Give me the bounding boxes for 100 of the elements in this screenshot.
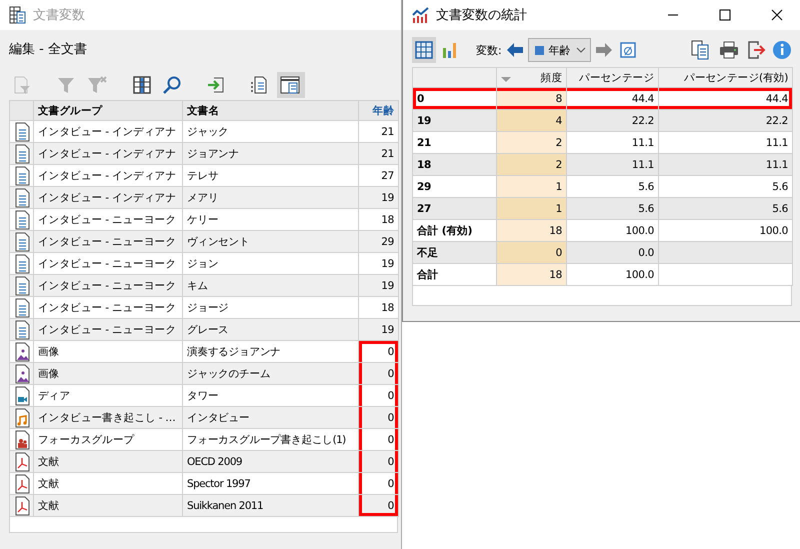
table-cell: メアリ <box>182 186 358 208</box>
table-cell: 22.2 <box>566 110 658 132</box>
table-cell: 4 <box>496 110 566 132</box>
statistics-chart-icon <box>412 7 430 23</box>
table-cell: 0 <box>358 406 398 428</box>
maximize-icon <box>719 9 731 21</box>
table-cell: 5.6 <box>658 198 792 220</box>
column-header[interactable]: 年齢 <box>358 100 398 120</box>
filter-icon <box>56 75 76 95</box>
right-arrow-icon <box>594 42 613 58</box>
toolbar-button[interactable] <box>277 72 305 98</box>
table-cell: ヴィンセント <box>182 230 358 252</box>
table-cell: 0 <box>358 428 398 450</box>
table-cell: 21 <box>358 142 398 164</box>
table-cell: 18 <box>496 220 566 242</box>
table-cell: インタビュー <box>182 406 358 428</box>
search-icon <box>162 75 182 95</box>
pdf-document-icon <box>14 474 30 494</box>
table-cell: 0 <box>358 472 398 494</box>
table-cell: 0 <box>496 242 566 264</box>
view-button[interactable] <box>412 37 436 63</box>
table-cell: 1 <box>496 176 566 198</box>
text-document-icon <box>14 298 30 318</box>
image-document-icon <box>14 364 30 384</box>
table-cell: 文献 <box>34 450 182 472</box>
table-cell: 0 <box>358 384 398 406</box>
text-document-icon <box>14 210 30 230</box>
row-label: 19 <box>412 110 496 132</box>
table-columns-icon <box>132 75 152 95</box>
text-document-icon <box>14 144 30 164</box>
table-cell: 19 <box>358 318 398 340</box>
table-cell: インタビュー - ニューヨーク <box>34 230 182 252</box>
table-cell: 44.4 <box>658 88 792 110</box>
column-header[interactable]: 文書名 <box>182 100 358 120</box>
window-title: 文書変数 <box>33 7 85 24</box>
caret-icon <box>576 47 586 53</box>
table-cell: 22.2 <box>658 110 792 132</box>
table-cell: ジョアンナ <box>182 142 358 164</box>
document-panel-icon <box>280 75 302 95</box>
table-cell: 5.6 <box>566 198 658 220</box>
video-document-icon <box>14 386 30 406</box>
table-cell: 2 <box>496 154 566 176</box>
audio-document-icon <box>14 408 30 428</box>
table-cell: OECD 2009 <box>182 450 358 472</box>
row-label: 18 <box>412 154 496 176</box>
table-cell: 8 <box>496 88 566 110</box>
info-icon <box>772 40 792 60</box>
table-cell: 19 <box>358 186 398 208</box>
table-cell: 2 <box>496 132 566 154</box>
table-cell: 19 <box>358 274 398 296</box>
table-cell: 0 <box>358 494 398 516</box>
table-cell: 0 <box>358 340 398 362</box>
filter-clear-icon <box>86 75 108 95</box>
export-icon <box>746 40 766 60</box>
column-header[interactable]: 文書グループ <box>34 100 182 120</box>
table-cell: Suikkanen 2011 <box>182 494 358 516</box>
row-label: 27 <box>412 198 496 220</box>
variable-dropdown[interactable]: 年齢 <box>528 38 591 62</box>
print-icon <box>718 40 740 60</box>
table-cell: 11.1 <box>658 154 792 176</box>
text-document-icon <box>14 276 30 296</box>
column-header[interactable]: パーセンテージ(有効) <box>658 68 792 88</box>
close-icon <box>771 9 783 21</box>
text-document-icon <box>14 254 30 274</box>
variable-label: 変数: <box>476 42 502 58</box>
table-cell: 29 <box>358 230 398 252</box>
document-filter-icon <box>12 75 32 95</box>
text-document-icon <box>14 122 30 142</box>
table-cell: ジャックのチーム <box>182 362 358 384</box>
table-cell: インタビュー書き起こし - … <box>34 406 182 428</box>
column-header[interactable]: パーセンテージ <box>566 68 658 88</box>
image-document-icon <box>14 342 30 362</box>
table-cell: 18 <box>496 264 566 286</box>
table-cell: 0.0 <box>566 242 658 264</box>
row-label: 0 <box>412 88 496 110</box>
table-cell: キム <box>182 274 358 296</box>
table-icon <box>414 40 434 60</box>
window-title: 文書変数の統計 <box>436 7 527 24</box>
text-document-icon <box>14 188 30 208</box>
table-cell: インタビュー - ニューヨーク <box>34 274 182 296</box>
table-cell: 0 <box>358 450 398 472</box>
table-cell: 画像 <box>34 362 182 384</box>
text-document-icon <box>14 166 30 186</box>
column-header[interactable]: 頻度 <box>496 68 566 88</box>
text-document-icon <box>14 232 30 252</box>
pdf-document-icon <box>14 452 30 472</box>
square-icon <box>534 46 544 54</box>
table-cell: 11.1 <box>566 154 658 176</box>
table-cell: インタビュー - インディアナ <box>34 186 182 208</box>
empty-set-icon <box>618 41 637 59</box>
left-arrow-icon <box>506 42 524 58</box>
import-icon <box>206 75 226 95</box>
row-label: 不足 <box>412 242 496 264</box>
table-cell: 44.4 <box>566 88 658 110</box>
pdf-document-icon <box>14 496 30 516</box>
table-cell: インタビュー - インディアナ <box>34 142 182 164</box>
table-cell: グレース <box>182 318 358 340</box>
group-document-icon <box>14 430 30 450</box>
table-cell: 0 <box>358 362 398 384</box>
text-document-icon <box>14 320 30 340</box>
